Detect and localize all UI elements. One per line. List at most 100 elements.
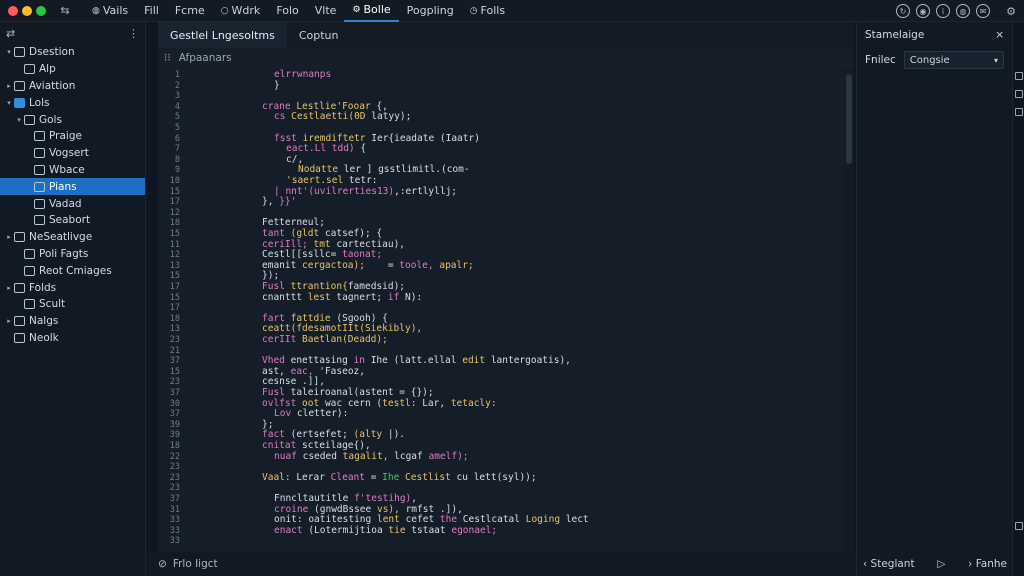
menu-item[interactable]: ◍ Vails: [84, 0, 136, 22]
code-line: eact.Ll tdd) {: [286, 143, 366, 154]
tree-item[interactable]: Pians: [0, 178, 145, 196]
folder-icon: [14, 47, 25, 58]
tree-item[interactable]: ▾ Dsestion: [0, 44, 145, 61]
tree-item[interactable]: Scult: [0, 296, 145, 313]
code-line: Cestl[[ssllc= taonat;: [262, 249, 382, 260]
code-line: | nnt'(uvilrerties13),:ertlyllj;: [274, 186, 457, 197]
more-icon[interactable]: ⋮: [128, 27, 139, 40]
code-token: famedsid);: [347, 281, 406, 292]
setting-select[interactable]: Congsie ▾: [903, 51, 1004, 69]
folder-icon: [34, 198, 45, 209]
code-token: edit: [462, 355, 491, 367]
play-icon[interactable]: ▷: [937, 558, 945, 570]
tree-item[interactable]: ▸ Aviattion: [0, 78, 145, 95]
tree-item[interactable]: ▸ NeSeatlivge: [0, 229, 145, 246]
tree-item[interactable]: ▸ Nalgs: [0, 313, 145, 330]
tree-item[interactable]: Vogsert: [0, 145, 145, 162]
menu-bar: ◍ Vails Fill Fcme ○ Wdrk Folo Vlte ⚙ Bolle Pogplin…: [84, 0, 513, 22]
code-token: amelf);: [428, 450, 469, 462]
scrollbar-thumb[interactable]: [846, 74, 852, 164]
code-line: cesnse .]],: [262, 376, 325, 387]
mail-icon[interactable]: ✉: [976, 4, 990, 18]
tree-item[interactable]: ▾ Gols: [0, 111, 145, 128]
code-line: fact (ertsefet; (alty |).: [262, 429, 405, 440]
chevron-icon: ▾: [7, 48, 11, 57]
code-line: croine (gnwdBssee vs), rmfst .]),: [274, 504, 463, 515]
editor-tab[interactable]: Coptun: [287, 22, 351, 48]
forward-button[interactable]: › Fanhe: [968, 558, 1007, 570]
status-bar: ⊘ Frlo Iigct: [146, 552, 856, 576]
info-icon[interactable]: i: [936, 4, 950, 18]
code-token: }: [274, 79, 280, 91]
folder-icon: [34, 164, 45, 175]
code-token: fsst: [274, 132, 303, 144]
tree-item[interactable]: Neolk: [0, 330, 145, 347]
folder-icon: [24, 114, 35, 125]
tree-item[interactable]: Poli Fagts: [0, 246, 145, 263]
editor-tab[interactable]: Gestlel Lngesoltms: [158, 22, 287, 48]
clock-icon: ◷: [469, 5, 478, 16]
explorer-sidebar: ⇄ ⋮ ▾ Dsestion Alp ▸ Aviattion ▾ Lols ▾ Gols Prai…: [0, 22, 146, 576]
menu-item[interactable]: Pogpling: [399, 0, 462, 22]
tree-item-label: Poli Fagts: [39, 247, 89, 260]
code-editor[interactable]: 1 2 3 4 5 5 6 7 8 9 10 15 17 12 18 15 11 12 13 15 17 15 17 18 13…: [158, 68, 844, 552]
code-area[interactable]: elrrwnanps} crane Lestlie'Fooar {, cs Cest…: [158, 68, 844, 552]
close-panel-icon[interactable]: ×: [995, 29, 1004, 41]
code-token: lest: [307, 291, 337, 303]
menu-item[interactable]: Fcme: [167, 0, 213, 22]
tree-item[interactable]: ▸ Folds: [0, 279, 145, 296]
globe-icon[interactable]: ◍: [956, 4, 970, 18]
breadcrumb-label[interactable]: Afpaanars: [179, 52, 232, 64]
sync-icon[interactable]: ↻: [896, 4, 910, 18]
menu-item[interactable]: Fill: [136, 0, 167, 22]
tree-item[interactable]: Vadad: [0, 195, 145, 212]
tree-item[interactable]: Alp: [0, 61, 145, 78]
minimize-window-button[interactable]: [22, 5, 32, 16]
panel-header: Stamelaige ×: [857, 22, 1012, 48]
code-token: ttrantion{: [290, 281, 348, 292]
tree-item[interactable]: Reot Cmiages: [0, 262, 145, 279]
code-token: Ihe: [382, 471, 406, 483]
code-line: nuaf cseded tagalit, lcgaf amelf);: [274, 451, 469, 462]
circle-icon: ○: [220, 5, 229, 16]
close-window-button[interactable]: [8, 5, 18, 16]
panel-icon[interactable]: [1015, 108, 1023, 116]
menu-item[interactable]: ○ Wdrk: [213, 0, 269, 22]
code-token: catsef); {: [324, 228, 383, 239]
status-label[interactable]: Frlo Iigct: [173, 558, 218, 570]
code-token: cerIIt: [262, 334, 303, 345]
collapse-icon[interactable]: ⇄: [6, 27, 15, 40]
sidebar-header: ⇄ ⋮: [0, 22, 145, 44]
code-token: Fusl: [262, 281, 291, 292]
code-token: lantergoatis),: [490, 355, 571, 367]
menu-item[interactable]: Folo: [268, 0, 306, 22]
tree-item[interactable]: ▾ Lols: [0, 94, 145, 111]
code-token: ,:ertlyllj;: [394, 185, 458, 197]
menu-item[interactable]: Vlte: [307, 0, 345, 22]
menu-item-label: Wdrk: [231, 4, 261, 17]
code-token: scteilage{),: [302, 440, 371, 451]
code-token: lcgaf: [394, 450, 429, 462]
menu-item[interactable]: ⚙ Bolle: [344, 0, 399, 22]
maximize-window-button[interactable]: [36, 5, 46, 16]
menu-item[interactable]: ◷ Folls: [462, 0, 513, 22]
tree-item-label: Seabort: [49, 214, 91, 227]
editor-scrollbar[interactable]: [844, 68, 854, 552]
code-token: ceatt(fdesamotIIt(Siekibly),: [262, 323, 423, 335]
tree-item-label: Wbace: [49, 163, 85, 176]
folder-icon: [34, 148, 45, 159]
camera-icon[interactable]: ◉: [916, 4, 930, 18]
code-token: Cestlist: [405, 471, 457, 483]
tree-item[interactable]: Praige: [0, 128, 145, 145]
code-token: fattdie: [290, 312, 337, 324]
code-token: emanit: [262, 259, 303, 271]
code-token: },: [262, 196, 280, 208]
settings-icon[interactable]: ⚙: [1004, 4, 1018, 18]
tree-item[interactable]: Seabort: [0, 212, 145, 229]
panel-icon[interactable]: [1015, 522, 1023, 530]
back-button[interactable]: ‹ Steglant: [863, 558, 915, 570]
tree-item[interactable]: Wbace: [0, 162, 145, 179]
panel-icon[interactable]: [1015, 90, 1023, 98]
panel-icon[interactable]: [1015, 72, 1023, 80]
split-editor-icon[interactable]: ⇆: [58, 4, 72, 18]
